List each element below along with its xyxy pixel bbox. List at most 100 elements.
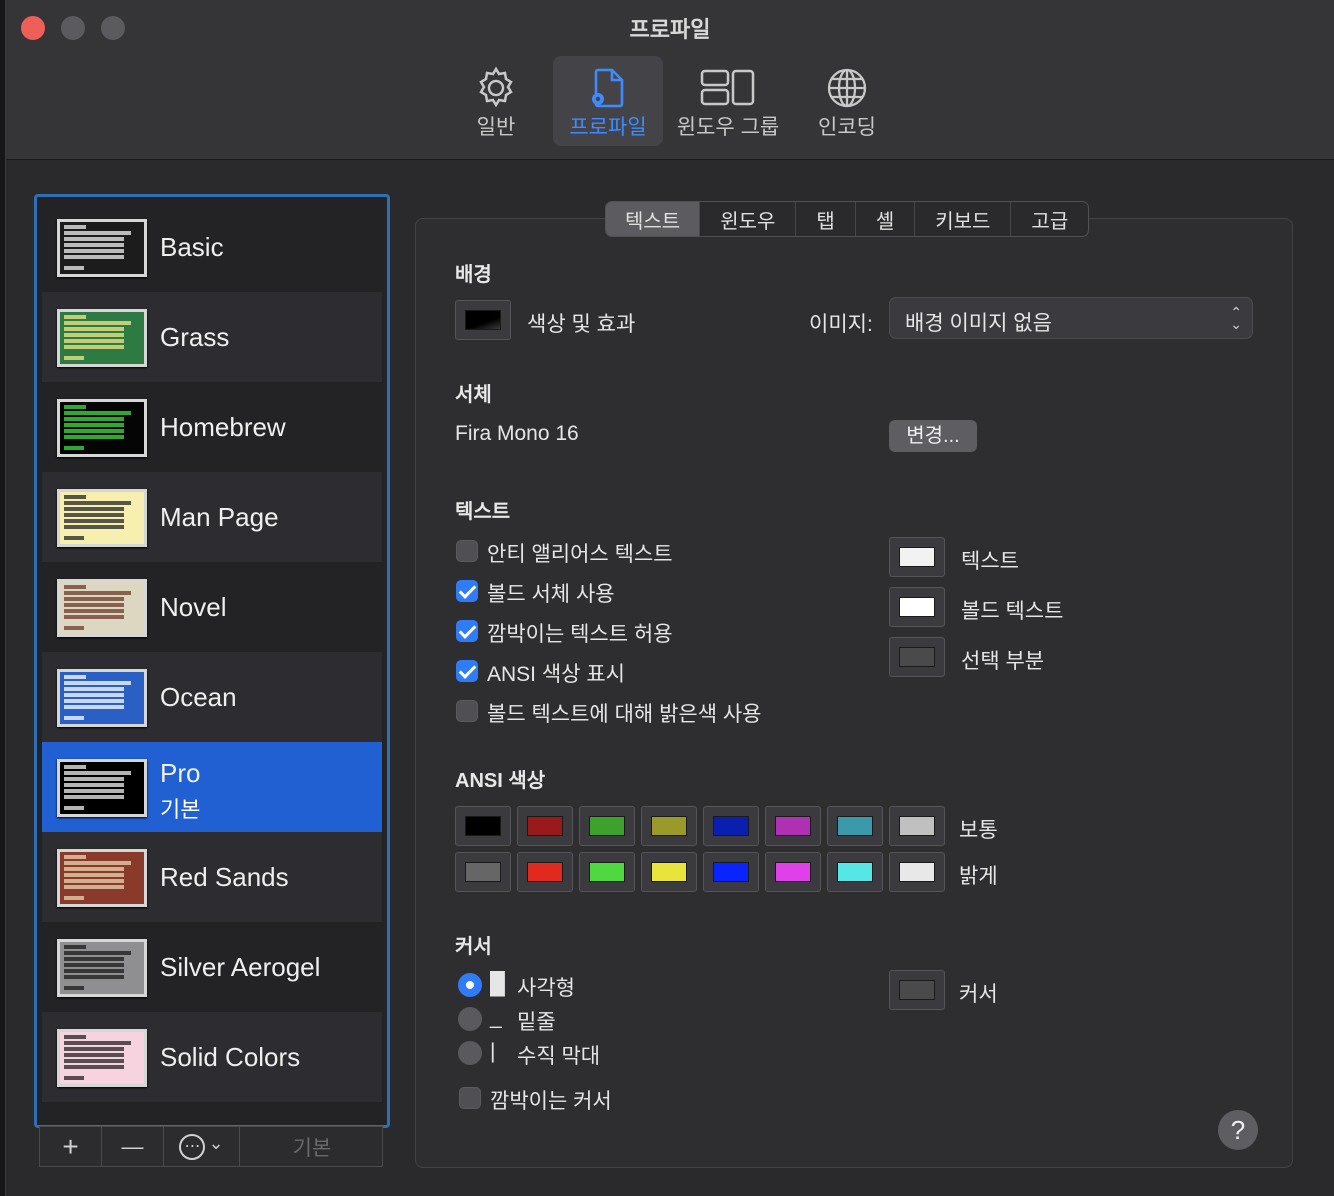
- ansi-normal-color-well[interactable]: [641, 806, 697, 846]
- ansi-color-fill: [589, 862, 625, 882]
- help-button[interactable]: ?: [1218, 1110, 1258, 1150]
- preview-line: [64, 771, 132, 775]
- profile-item[interactable]: Silver Aerogel: [42, 922, 382, 1012]
- settings-tabs: 텍스트 윈도우 탭 셸 키보드 고급: [605, 201, 1090, 237]
- preview-line: [64, 405, 86, 409]
- text-option-checkbox[interactable]: [456, 620, 478, 642]
- text-color-label: 텍스트: [961, 550, 1019, 573]
- toolbar-window-groups[interactable]: 윈도우 그룹: [671, 56, 785, 146]
- preview-line: [64, 345, 125, 349]
- cursor-style-radio[interactable]: [458, 973, 482, 997]
- profile-item[interactable]: Pro 기본: [42, 742, 382, 832]
- remove-profile-button[interactable]: —: [102, 1127, 164, 1166]
- set-default-button[interactable]: 기본: [240, 1127, 384, 1166]
- ansi-bright-color-well[interactable]: [641, 852, 697, 892]
- text-option-label: 깜박이는 텍스트 허용: [487, 623, 673, 646]
- background-image-label: 이미지:: [809, 313, 873, 336]
- toolbar-general[interactable]: 일반: [446, 56, 546, 146]
- preview-line: [64, 339, 125, 343]
- cursor-style-label: 밑줄: [517, 1011, 556, 1034]
- profile-item[interactable]: Basic: [42, 202, 382, 292]
- preview-line: [64, 896, 85, 900]
- ansi-bright-color-well[interactable]: [827, 852, 883, 892]
- ansi-color-fill: [465, 816, 501, 836]
- preview-line: [64, 675, 86, 679]
- ansi-normal-color-well[interactable]: [703, 806, 759, 846]
- preview-line: [64, 1035, 86, 1039]
- preview-line: [64, 333, 125, 337]
- profile-item[interactable]: Ocean: [42, 652, 382, 742]
- preview-line: [64, 423, 125, 427]
- ansi-bright-color-well[interactable]: [703, 852, 759, 892]
- cursor-style-radio[interactable]: [458, 1007, 482, 1031]
- tab-advanced[interactable]: 고급: [1011, 202, 1088, 236]
- profile-preview-thumbnail: [57, 939, 147, 997]
- profile-list[interactable]: Basic Grass Homebrew Man Page Novel Ocean Pro 기…: [34, 194, 390, 1128]
- cursor-style-glyph: _: [490, 1006, 502, 1029]
- preview-line: [64, 957, 125, 961]
- preview-line: [64, 777, 125, 781]
- ansi-color-fill: [651, 816, 687, 836]
- profile-item[interactable]: Homebrew: [42, 382, 382, 472]
- profile-item[interactable]: Red Sands: [42, 832, 382, 922]
- ansi-bright-color-well[interactable]: [579, 852, 635, 892]
- font-heading: 서체: [455, 384, 492, 406]
- ansi-normal-color-well[interactable]: [579, 806, 635, 846]
- text-color-well[interactable]: [889, 587, 945, 627]
- preview-line: [64, 249, 125, 253]
- cursor-style-label: 사각형: [517, 977, 575, 1000]
- profile-item[interactable]: Man Page: [42, 472, 382, 562]
- toolbar-profiles[interactable]: 프로파일: [553, 56, 663, 146]
- add-profile-button[interactable]: +: [40, 1127, 102, 1166]
- ansi-color-fill: [713, 816, 749, 836]
- text-color-well[interactable]: [889, 537, 945, 577]
- toolbar-encoding[interactable]: 인코딩: [797, 56, 897, 146]
- ansi-normal-color-well[interactable]: [889, 806, 945, 846]
- tab-shell[interactable]: 셸: [856, 202, 916, 236]
- profile-actions-menu-button[interactable]: ⋯ ⌄: [164, 1127, 240, 1166]
- blink-cursor-checkbox[interactable]: [459, 1087, 481, 1109]
- ansi-normal-color-well[interactable]: [455, 806, 511, 846]
- background-color-well[interactable]: [455, 300, 511, 340]
- preview-line: [64, 945, 86, 949]
- cursor-color-well[interactable]: [889, 970, 945, 1010]
- preview-line: [64, 975, 125, 979]
- ansi-bright-color-well[interactable]: [765, 852, 821, 892]
- profile-item[interactable]: Grass: [42, 292, 382, 382]
- ansi-bright-color-well[interactable]: [517, 852, 573, 892]
- ansi-bright-color-well[interactable]: [455, 852, 511, 892]
- text-option-checkbox[interactable]: [456, 580, 478, 602]
- tab-window[interactable]: 윈도우: [700, 202, 797, 236]
- profile-item[interactable]: Novel: [42, 562, 382, 652]
- preview-line: [64, 225, 86, 229]
- preview-line: [64, 855, 86, 859]
- preview-line: [64, 603, 125, 607]
- ansi-color-fill: [899, 862, 935, 882]
- text-heading: 텍스트: [455, 501, 511, 523]
- tab-tab[interactable]: 탭: [796, 202, 856, 236]
- preview-line: [64, 969, 125, 973]
- text-option-checkbox[interactable]: [456, 540, 478, 562]
- ansi-normal-label: 보통: [959, 819, 998, 842]
- ansi-normal-color-well[interactable]: [765, 806, 821, 846]
- tab-text[interactable]: 텍스트: [606, 202, 701, 236]
- preview-line: [64, 861, 132, 865]
- profile-name: Grass: [160, 322, 230, 352]
- preview-line: [64, 495, 86, 499]
- cursor-style-radio[interactable]: [458, 1041, 482, 1065]
- ansi-normal-color-well[interactable]: [827, 806, 883, 846]
- background-image-select[interactable]: 배경 이미지 없음 ⌃ ⌄: [889, 297, 1253, 339]
- ansi-color-fill: [651, 862, 687, 882]
- ansi-bright-color-well[interactable]: [889, 852, 945, 892]
- ansi-color-fill: [589, 816, 625, 836]
- text-color-well[interactable]: [889, 637, 945, 677]
- profile-item[interactable]: Solid Colors: [42, 1012, 382, 1102]
- tab-keyboard[interactable]: 키보드: [915, 202, 1012, 236]
- change-font-button[interactable]: 변경...: [889, 420, 977, 452]
- title-bar: 프로파일 일반 프로파일 윈도우 그룹 인코딩: [6, 0, 1334, 160]
- text-option-checkbox[interactable]: [456, 660, 478, 682]
- text-option-checkbox[interactable]: [456, 700, 478, 722]
- preview-line: [64, 806, 85, 810]
- preview-line: [64, 699, 125, 703]
- ansi-normal-color-well[interactable]: [517, 806, 573, 846]
